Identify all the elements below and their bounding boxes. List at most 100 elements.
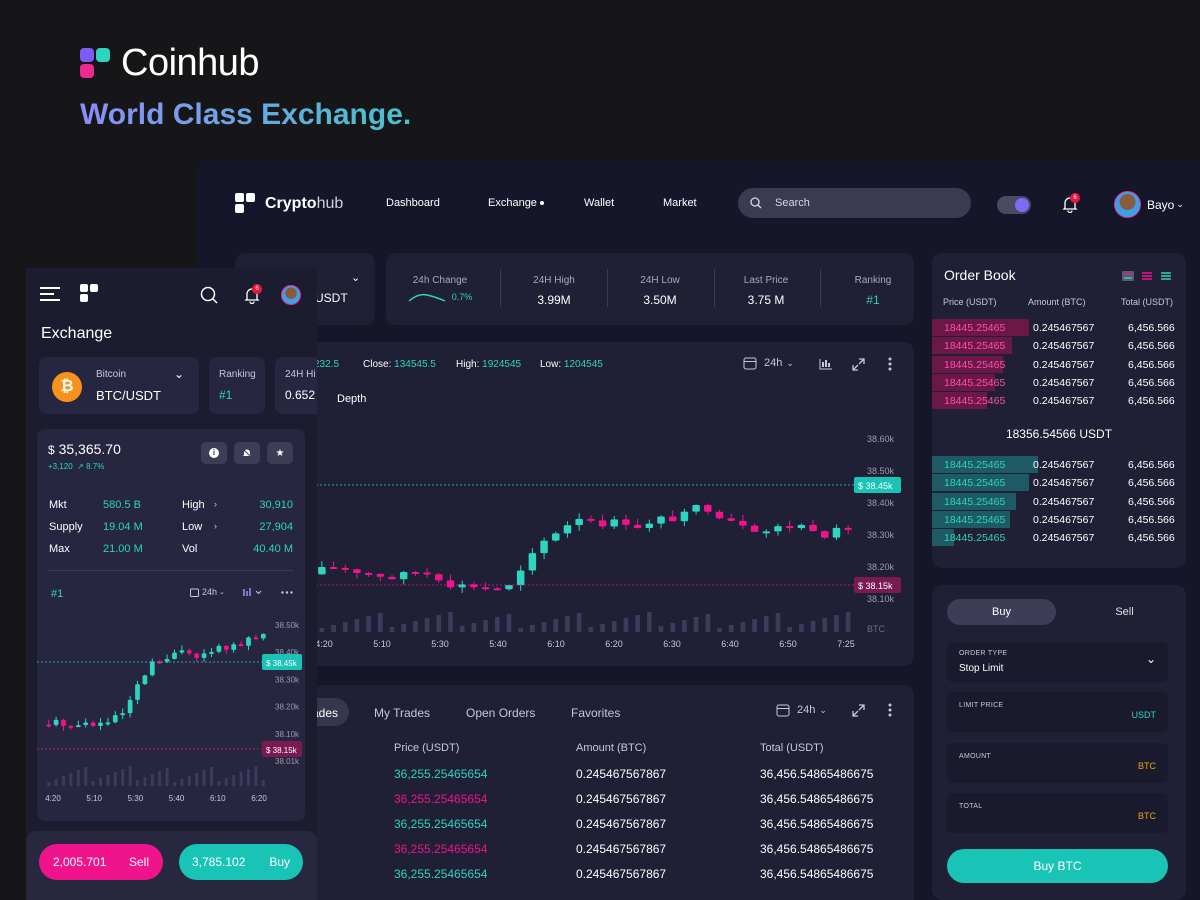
nav-market[interactable]: Market [663,197,697,209]
ob-total: 6,456.566 [1128,459,1175,471]
nav-wallet[interactable]: Wallet [584,197,614,209]
amount-label: AMOUNT [959,753,992,760]
volume-bar [91,781,95,786]
volume-bar [195,773,199,786]
book-asks-icon[interactable] [1141,271,1153,281]
volume-axis-label: BTC [867,624,886,634]
avatar[interactable] [281,285,301,305]
ob-row[interactable]: 18445.25465 0.245467567 6,456.566 [932,510,1186,528]
notification-bell[interactable]: 6 [1062,193,1080,218]
volume-bar [254,766,258,786]
book-bids-icon[interactable] [1160,271,1172,281]
volume-bar [247,769,250,786]
ob-row[interactable]: 18445.25465 0.245467567 6,456.566 [932,373,1186,391]
ob-price: 18445.25465 [944,459,1006,471]
ob-row[interactable]: 18445.25465 0.245467567 6,456.566 [932,474,1186,492]
table-row[interactable]: 36,255.25465654 0.245467567867 36,456.5486… [300,867,914,885]
user-menu[interactable]: Bayo ⌄ [1114,191,1184,218]
volume-bar [180,779,184,786]
app-logo[interactable]: Crypto hub [235,193,343,215]
ranking-card: Ranking #1 [209,357,265,414]
trade-amount: 0.245467567867 [576,842,667,856]
book-both-icon[interactable] [1122,271,1134,281]
trade-total: 36,456.54865486675 [760,867,874,881]
nav-dashboard[interactable]: Dashboard [386,197,440,209]
menu-icon[interactable] [40,286,60,302]
order-book-panel: Order Book Price (USDT) Amount (BTC) Tot… [932,253,1186,568]
theme-toggle[interactable] [997,196,1031,214]
tab-my-trades[interactable]: My Trades [374,706,430,720]
search-bar[interactable] [738,188,971,218]
more-vertical-icon[interactable] [888,703,892,717]
mobile-notification[interactable]: 6 [244,284,262,309]
y-tick-label: 38.10k [867,594,895,604]
search-input[interactable] [775,197,935,209]
buy-btc-button[interactable]: Buy BTC [947,849,1168,883]
volume-bar [424,618,430,632]
sell-tab[interactable]: Sell [1077,599,1172,625]
table-row[interactable]: 36,255.25465654 0.245467567867 36,456.5486… [300,792,914,810]
ob-amount: 0.245467567 [1033,376,1095,389]
trades-interval-select[interactable]: 24h ⌄ [776,703,827,717]
ob-header-amount: Amount (BTC) [1028,297,1086,307]
volume-bar [331,625,336,632]
stats-bar: 24h Change 0.7% 24H High 3.99M 24H Low 3… [386,253,914,325]
candle-body [149,661,155,676]
nav-exchange[interactable]: Exchange [488,197,544,209]
volume-bar [530,625,535,632]
amount-field[interactable]: AMOUNT BTC [947,743,1168,783]
ob-row[interactable]: 18445.25465 0.245467567 6,456.566 [932,492,1186,510]
candle-body [622,519,630,525]
ob-mid-price: 18356.54566 USDT [1005,427,1113,441]
ob-row[interactable]: 18445.25465 0.245467567 6,456.566 [932,355,1186,373]
ob-row[interactable]: 18445.25465 0.245467567 6,456.566 [932,337,1186,355]
volume-bar [84,767,88,786]
mobile-buy-button[interactable]: 3,785.102 Buy [179,844,303,880]
volume-bar [658,626,664,632]
search-icon[interactable] [200,286,218,304]
volume-bar [76,770,80,786]
order-type-select[interactable]: ORDER TYPE Stop Limit ⌄ [947,642,1168,682]
buy-tab[interactable]: Buy [947,599,1056,625]
volume-bar [799,624,804,632]
ob-total: 6,456.566 [1128,395,1175,408]
expand-icon[interactable] [852,704,865,717]
candle-body [172,652,177,660]
x-tick-label: 6:20 [251,794,267,803]
volume-bar [518,628,524,632]
table-row[interactable]: 36,255.25465654 0.245467567867 36,456.5486… [300,842,914,860]
candle-body [90,722,96,726]
ob-row[interactable]: 18445.25465 0.245467567 6,456.566 [932,529,1186,547]
user-name: Bayo [1147,197,1175,212]
ob-price: 18445.25465 [944,358,1006,371]
table-row[interactable]: 36,255.25465654 0.245467567867 36,456.5486… [300,767,914,785]
high-value: 0.652 [285,388,316,402]
candle-body [411,572,420,575]
limit-price-field[interactable]: LIMIT PRICE USDT [947,692,1168,732]
total-field[interactable]: TOTAL BTC [947,793,1168,833]
coin-selector[interactable]: ₿ Bitcoin BTC/USDT ⌄ [39,357,199,414]
volume-bar [763,616,769,632]
ob-row[interactable]: 18445.25465 0.245467567 6,456.566 [932,392,1186,410]
candle-body [260,633,266,639]
y-tick-label: 38.30k [275,675,300,684]
app-logo-icon[interactable] [80,284,99,303]
sparkline-icon [408,293,446,302]
candle-body [540,540,548,554]
ob-total: 6,456.566 [1128,495,1175,508]
tab-favorites[interactable]: Favorites [571,706,620,720]
candle-body [399,572,408,580]
stat-24h-change: 24h Change 0.7% [400,275,480,303]
candle-body [692,504,700,512]
candle-body [341,567,349,570]
table-row[interactable]: 36,255.25465654 0.245467567867 36,456.5486… [300,817,914,835]
trades-header-total: Total (USDT) [760,742,824,754]
ob-row[interactable]: 18445.25465 0.245467567 6,456.566 [932,456,1186,473]
candle-body [797,524,806,529]
volume-bar [483,620,488,632]
price-tag-high-label: $ 38.45k [266,659,298,668]
chevron-down-icon: ⌄ [1145,652,1156,666]
ob-row[interactable]: 18445.25465 0.245467567 6,456.566 [932,319,1186,336]
mobile-sell-button[interactable]: 2,005.701 Sell [39,844,163,880]
tab-open-orders[interactable]: Open Orders [466,706,535,720]
